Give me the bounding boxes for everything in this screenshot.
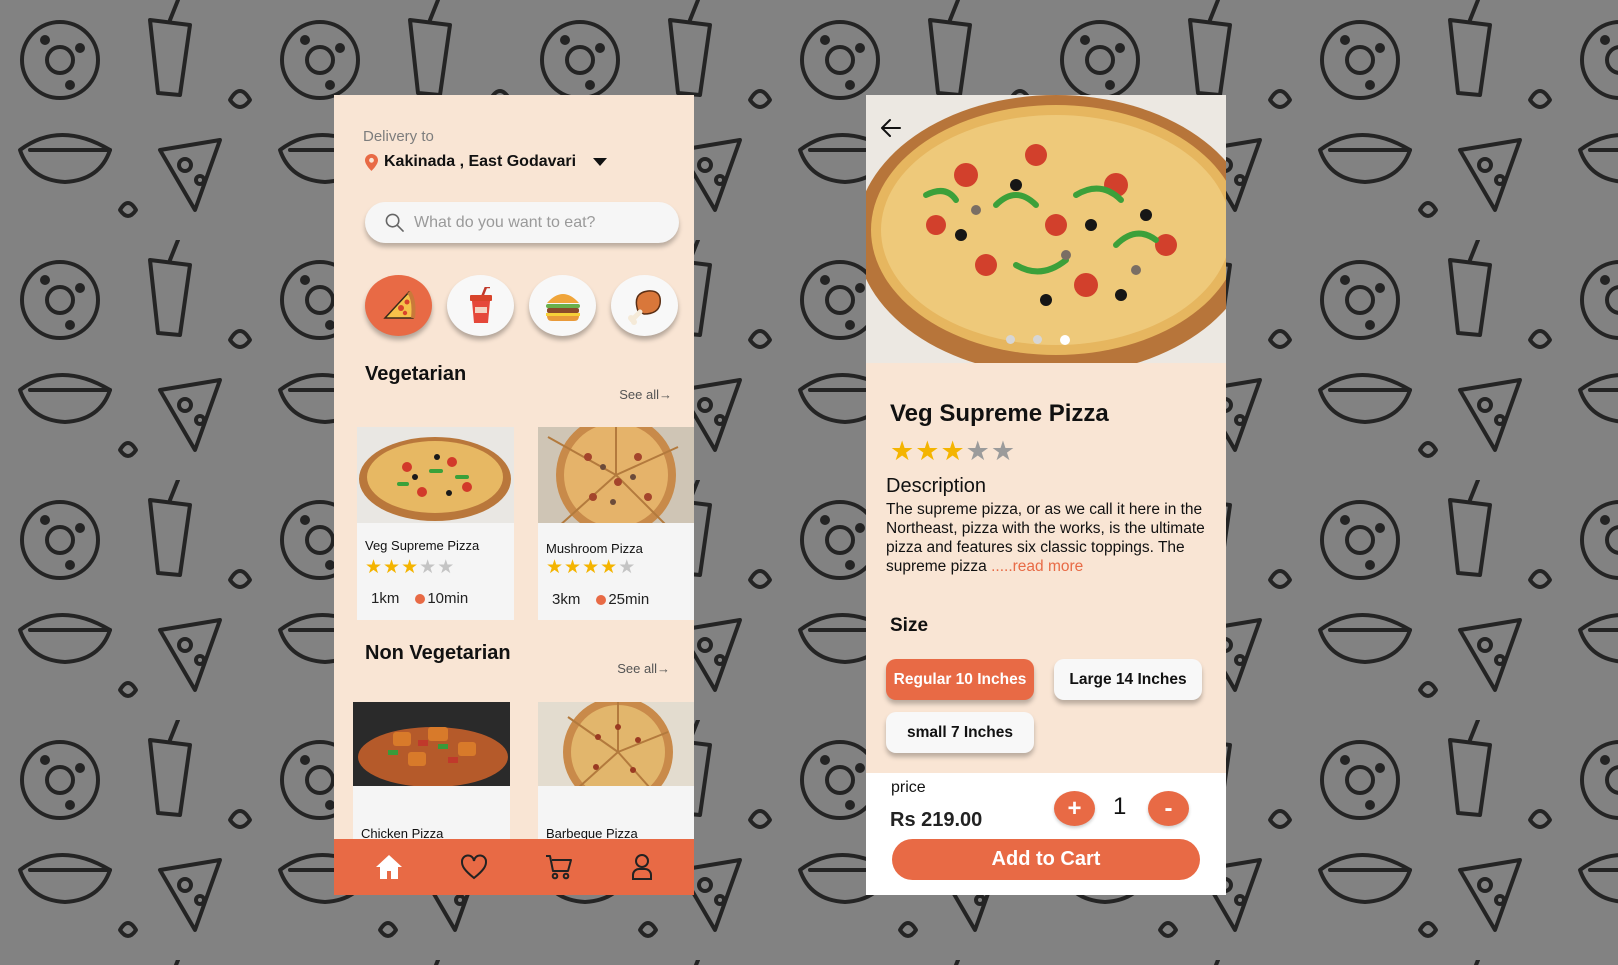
see-all-non-vegetarian-link[interactable]: See all→ <box>617 661 670 676</box>
bottom-nav <box>334 839 694 895</box>
category-chicken[interactable] <box>611 275 678 336</box>
size-heading: Size <box>890 615 929 636</box>
delivery-time: 10min <box>427 590 469 607</box>
vegetarian-heading: Vegetarian <box>365 363 467 385</box>
star-icon: ★ <box>401 557 419 578</box>
food-meta: 1km 10min <box>371 590 468 607</box>
food-meta: 3km 25min <box>552 591 649 608</box>
star-icon: ★ <box>383 557 401 578</box>
category-drinks[interactable] <box>447 275 514 336</box>
carousel-dot-active[interactable] <box>1060 335 1070 345</box>
food-name: Mushroom Pizza <box>546 541 643 556</box>
food-doodle-background <box>0 0 1618 965</box>
product-image-carousel[interactable] <box>866 95 1226 363</box>
carousel-dot[interactable] <box>1006 335 1015 344</box>
read-more-link[interactable]: .....read more <box>991 558 1083 575</box>
size-option-small[interactable]: small 7 Inches <box>886 712 1034 753</box>
home-icon[interactable] <box>374 853 404 881</box>
quantity-value: 1 <box>1113 793 1127 820</box>
cart-icon[interactable] <box>544 853 574 881</box>
carousel-indicator <box>1006 335 1070 345</box>
price-label: price <box>891 779 926 796</box>
star-icon: ★ <box>618 557 636 578</box>
veg-supreme-pizza-image <box>357 427 514 523</box>
caret-down-icon[interactable] <box>592 157 608 167</box>
food-name: Veg Supreme Pizza <box>365 538 480 553</box>
product-rating-stars: ★ ★ ★ ★ ★ <box>890 438 1015 465</box>
profile-icon[interactable] <box>630 853 654 881</box>
rating-stars: ★ ★ ★ ★ ★ <box>365 558 454 577</box>
food-card-veg-supreme[interactable]: Veg Supreme Pizza ★ ★ ★ ★ ★ 1km 10min <box>357 427 514 620</box>
carousel-dot[interactable] <box>1033 335 1042 344</box>
distance: 3km <box>552 591 581 608</box>
search-bar[interactable] <box>365 202 679 243</box>
search-icon <box>385 213 404 232</box>
delivery-time: 25min <box>608 591 650 608</box>
time-dot-icon <box>415 593 426 604</box>
star-icon: ★ <box>890 436 915 466</box>
drink-icon <box>469 286 492 323</box>
search-input[interactable] <box>414 213 654 232</box>
burger-icon <box>545 293 580 321</box>
product-detail-screen: Veg Supreme Pizza ★ ★ ★ ★ ★ Description The … <box>866 95 1226 895</box>
checkout-panel: price Rs 219.00 + 1 - Add to Cart <box>866 773 1226 895</box>
home-screen: Delivery to Kakinada , East Godavari Veg… <box>334 95 694 895</box>
category-burger[interactable] <box>529 275 596 336</box>
veg-supreme-pizza-hero-image <box>866 95 1226 363</box>
location-pin-icon <box>365 153 378 171</box>
mushroom-pizza-image <box>538 427 694 523</box>
star-icon: ★ <box>915 436 940 466</box>
star-icon: ★ <box>965 436 990 466</box>
description-text: The supreme pizza, or as we call it here… <box>886 500 1216 576</box>
chicken-leg-icon <box>627 289 661 325</box>
pizza-icon <box>382 290 415 319</box>
increase-quantity-button[interactable]: + <box>1054 791 1095 826</box>
size-option-large[interactable]: Large 14 Inches <box>1054 659 1202 700</box>
time-dot-icon <box>596 594 607 605</box>
add-to-cart-button[interactable]: Add to Cart <box>892 839 1200 880</box>
location-text: Kakinada , East Godavari <box>384 153 577 170</box>
see-all-vegetarian-link[interactable]: See all→ <box>619 387 672 402</box>
distance: 1km <box>371 590 400 607</box>
star-icon: ★ <box>990 436 1016 466</box>
delivery-label: Delivery to <box>363 128 434 145</box>
size-option-regular[interactable]: Regular 10 Inches <box>886 659 1034 700</box>
food-card-mushroom[interactable]: Mushroom Pizza ★ ★ ★ ★ ★ 3km 25min <box>538 427 694 620</box>
description-heading: Description <box>886 475 987 497</box>
category-pizza[interactable] <box>365 275 432 336</box>
star-icon: ★ <box>365 557 383 578</box>
star-icon: ★ <box>600 557 618 578</box>
star-icon: ★ <box>582 557 600 578</box>
category-row <box>365 275 678 336</box>
barbeque-pizza-image <box>538 702 694 786</box>
star-icon: ★ <box>419 557 437 578</box>
non-vegetarian-heading: Non Vegetarian <box>365 642 511 664</box>
star-icon: ★ <box>564 557 582 578</box>
decrease-quantity-button[interactable]: - <box>1148 791 1189 826</box>
price-value: Rs 219.00 <box>890 809 983 831</box>
rating-stars: ★ ★ ★ ★ ★ <box>546 558 635 577</box>
location-selector[interactable]: Kakinada , East Godavari <box>365 153 608 171</box>
heart-icon[interactable] <box>460 854 488 880</box>
star-icon: ★ <box>437 557 455 578</box>
star-icon: ★ <box>940 436 965 466</box>
star-icon: ★ <box>546 557 564 578</box>
product-title: Veg Supreme Pizza <box>890 400 1109 427</box>
back-arrow-icon[interactable] <box>878 115 904 141</box>
chicken-pizza-image <box>353 702 510 786</box>
